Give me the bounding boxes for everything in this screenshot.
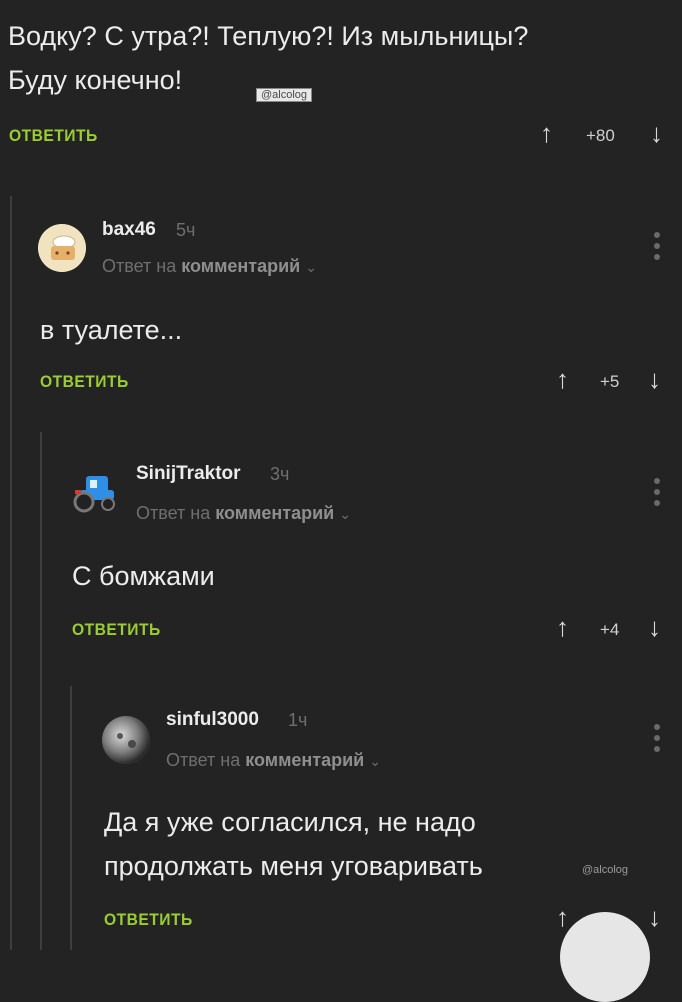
watermark: @alcolog <box>256 88 313 102</box>
author-name[interactable]: bax46 <box>102 219 156 241</box>
reply-to-prefix: Ответ на <box>166 750 241 770</box>
reply-button[interactable]: ОТВЕТИТЬ <box>104 910 193 930</box>
downvote-icon[interactable]: ↓ <box>648 612 661 643</box>
reply-to[interactable]: Ответ на комментарий ⌄ <box>136 503 351 524</box>
reply-to-target: комментарий <box>181 256 301 276</box>
reply-to-target: комментарий <box>215 503 335 523</box>
upvote-icon[interactable]: ↑ <box>540 118 553 149</box>
reply-button[interactable]: ОТВЕТИТЬ <box>72 620 161 640</box>
vote-count: +5 <box>600 372 620 391</box>
floating-button[interactable] <box>560 912 650 1002</box>
comment-text: в туалете... <box>40 315 183 345</box>
more-options-icon[interactable] <box>654 724 660 757</box>
reply-to-prefix: Ответ на <box>102 256 177 276</box>
upvote-icon[interactable]: ↑ <box>556 902 569 933</box>
reply-button[interactable]: ОТВЕТИТЬ <box>9 126 98 146</box>
avatar[interactable] <box>38 224 86 272</box>
chevron-down-icon: ⌄ <box>305 259 317 275</box>
thread-line <box>70 686 72 950</box>
upvote-icon[interactable]: ↑ <box>556 612 569 643</box>
thread-line <box>40 432 42 950</box>
comment-time: 5ч <box>176 220 196 240</box>
reply-button[interactable]: ОТВЕТИТЬ <box>40 372 129 392</box>
chevron-down-icon: ⌄ <box>369 753 381 769</box>
vote-count: +80 <box>586 126 615 145</box>
chevron-down-icon: ⌄ <box>339 506 351 522</box>
reply-to[interactable]: Ответ на комментарий ⌄ <box>102 256 317 277</box>
comment-text: С бомжами <box>72 561 215 591</box>
author-name[interactable]: sinful3000 <box>166 709 259 731</box>
upvote-icon[interactable]: ↑ <box>556 364 569 395</box>
avatar[interactable] <box>70 470 120 514</box>
reply-to[interactable]: Ответ на комментарий ⌄ <box>166 750 381 771</box>
comment-text-line: Водку? С утра?! Теплую?! Из мыльницы? <box>8 21 529 51</box>
comment-time: 3ч <box>270 464 290 484</box>
comment-text-line: продолжать меня уговаривать <box>104 851 483 881</box>
avatar-chef-icon <box>38 224 86 272</box>
reply-to-prefix: Ответ на <box>136 503 211 523</box>
comment-text-line: Да я уже согласился, не надо <box>104 807 476 837</box>
comment-text-line: Буду конечно! <box>8 65 183 95</box>
downvote-icon[interactable]: ↓ <box>650 118 663 149</box>
author-name[interactable]: SinijTraktor <box>136 463 241 485</box>
avatar-tractor-icon <box>73 476 115 513</box>
more-options-icon[interactable] <box>654 478 660 511</box>
avatar-moon-icon <box>102 716 150 764</box>
reply-to-target: комментарий <box>245 750 365 770</box>
avatar[interactable] <box>102 716 150 764</box>
thread-line <box>10 196 12 950</box>
vote-count: +4 <box>600 620 620 639</box>
watermark: @alcolog <box>582 864 629 876</box>
downvote-icon[interactable]: ↓ <box>648 902 661 933</box>
comment-time: 1ч <box>288 710 308 730</box>
more-options-icon[interactable] <box>654 232 660 265</box>
downvote-icon[interactable]: ↓ <box>648 364 661 395</box>
